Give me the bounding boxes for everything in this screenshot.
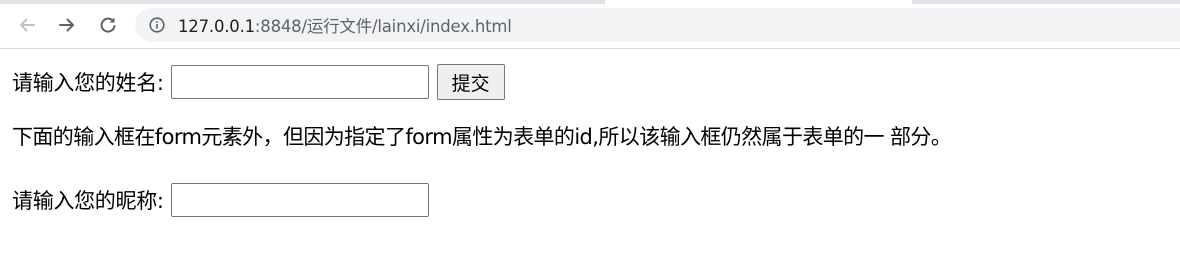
name-input[interactable] [170, 65, 429, 99]
info-circle-icon[interactable] [149, 17, 165, 33]
arrow-left-icon [17, 15, 37, 35]
reload-icon [98, 15, 118, 35]
back-button[interactable] [14, 12, 40, 38]
explanation-text: 下面的输入框在form元素外，但因为指定了form属性为表单的id,所以该输入框… [12, 125, 952, 149]
address-bar[interactable]: 127.0.0.1:8848/运行文件/lainxi/index.html [135, 8, 1180, 42]
page-content: 请输入您的姓名: 提交 下面的输入框在form元素外，但因为指定了form属性为… [0, 50, 1180, 279]
nickname-input[interactable] [170, 183, 429, 217]
name-label: 请输入您的姓名: [12, 71, 164, 95]
nickname-row: 请输入您的昵称: [12, 183, 429, 217]
tab-strip-edge [912, 0, 1180, 4]
nickname-label: 请输入您的昵称: [12, 189, 164, 213]
tab-strip-edge [0, 0, 605, 4]
url-host: 127.0.0.1 [178, 17, 255, 36]
submit-button[interactable]: 提交 [436, 64, 505, 100]
url-text[interactable]: 127.0.0.1:8848/运行文件/lainxi/index.html [178, 13, 512, 37]
name-form: 请输入您的姓名: 提交 [12, 64, 505, 100]
arrow-right-icon [57, 15, 77, 35]
url-path: :8848/运行文件/lainxi/index.html [254, 17, 512, 36]
reload-button[interactable] [95, 12, 121, 38]
browser-toolbar: 127.0.0.1:8848/运行文件/lainxi/index.html [0, 0, 1180, 49]
forward-button[interactable] [54, 12, 80, 38]
